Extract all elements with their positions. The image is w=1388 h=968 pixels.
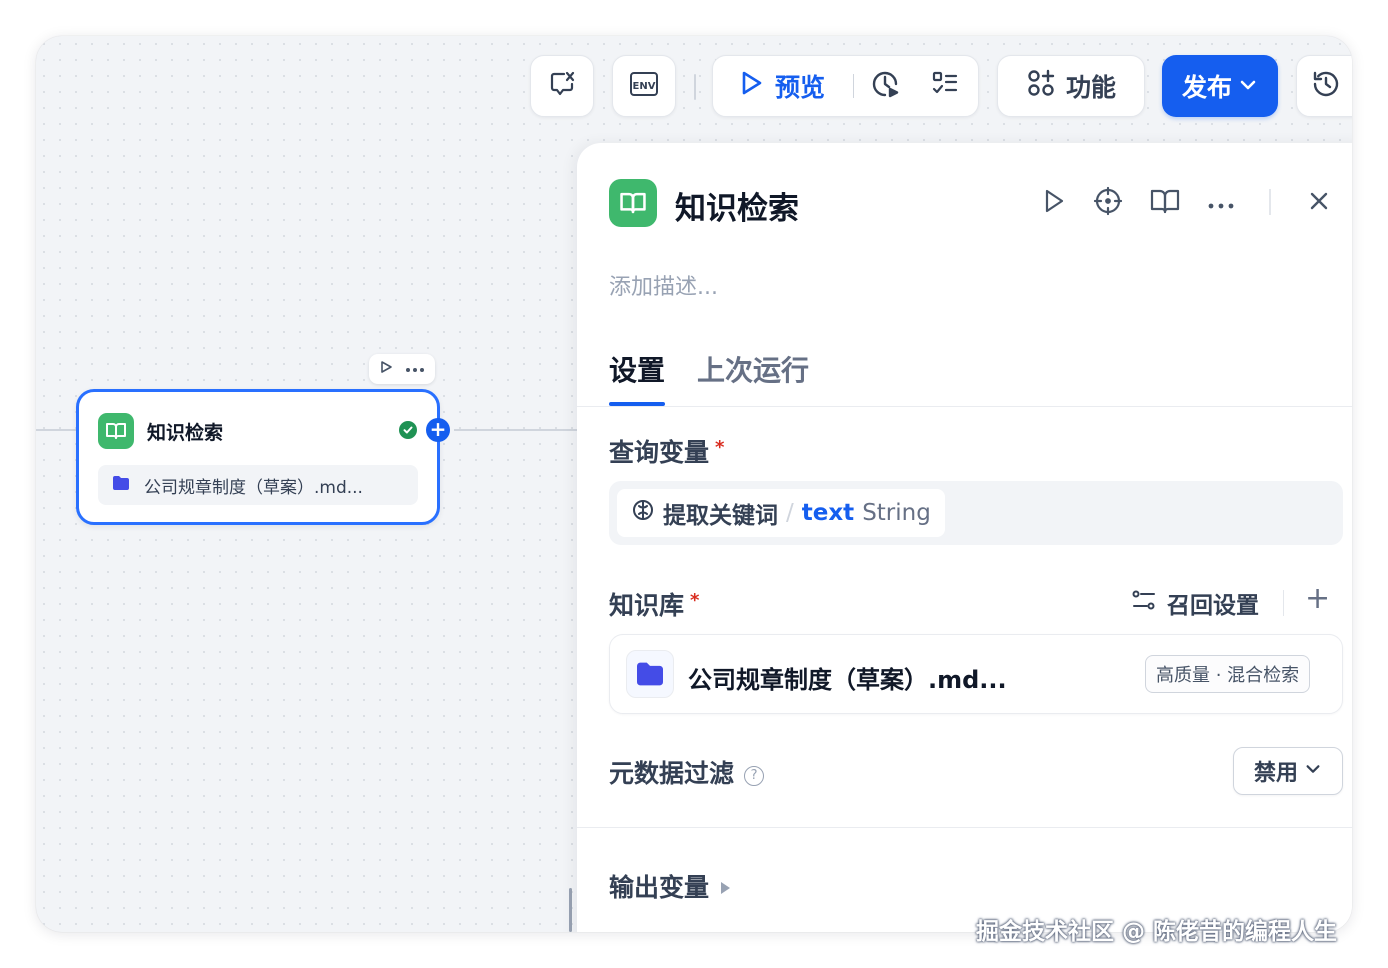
crosshair-icon [1093, 186, 1123, 220]
preview-button[interactable]: 预览 [739, 56, 825, 116]
history-icon [1311, 69, 1341, 103]
node-title: 知识检索 [147, 422, 224, 444]
query-variable-label: 查询变量 * [609, 433, 724, 469]
variable-inspect-button[interactable] [530, 55, 594, 117]
features-label: 功能 [1065, 73, 1116, 102]
caret-right-icon [721, 882, 731, 894]
grid-plus-icon [1026, 68, 1056, 104]
features-button[interactable]: 功能 [997, 55, 1145, 117]
folder-icon [112, 475, 130, 496]
required-mark: * [690, 590, 700, 611]
env-icon: ENV [628, 69, 660, 103]
help-icon[interactable]: ? [744, 765, 765, 786]
env-button[interactable]: ENV [612, 55, 676, 117]
panel-title[interactable]: 知识检索 [675, 183, 799, 228]
play-icon [739, 69, 765, 103]
query-variable-selector[interactable]: 提取关键词 / text String [609, 481, 1343, 545]
locate-node-button[interactable] [1092, 186, 1124, 220]
required-mark: * [715, 437, 725, 458]
preview-group: 预览 [712, 55, 979, 117]
add-next-node-button[interactable]: + [426, 418, 450, 442]
chevron-down-icon [1238, 72, 1258, 101]
run-history-button[interactable] [869, 70, 901, 102]
folder-icon [626, 650, 674, 698]
edge-outgoing [454, 429, 578, 431]
output-variable-toggle[interactable]: 输出变量 [609, 868, 731, 904]
panel-header-divider [1269, 189, 1271, 215]
section-divider [577, 827, 1352, 828]
book-icon [609, 179, 657, 227]
knowledge-base-label: 知识库 * [609, 586, 699, 622]
clock-play-icon [869, 68, 901, 104]
publish-button[interactable]: 发布 [1162, 55, 1278, 117]
variable-node-name: 提取关键词 [663, 503, 778, 529]
success-check-icon [399, 421, 417, 439]
run-node-icon[interactable] [379, 360, 393, 378]
variable-field: text [801, 500, 855, 526]
watermark: 掘金技术社区 @ 陈佬昔的编程人生 [976, 919, 1338, 945]
description-input[interactable]: 添加描述... [609, 269, 718, 301]
metadata-filter-value: 禁用 [1253, 761, 1298, 786]
tab-settings[interactable]: 设置 [609, 349, 665, 389]
version-history-button[interactable] [1296, 55, 1352, 117]
more-icon [1208, 194, 1234, 213]
metadata-filter-label: 元数据过滤? [609, 754, 765, 790]
knowledge-base-text: 知识库 [609, 591, 685, 620]
llm-node-icon [631, 498, 655, 528]
more-actions-button[interactable] [1205, 187, 1237, 219]
toolbar-divider [694, 74, 696, 100]
knowledge-retrieval-node[interactable]: 知识检索 + 公司规章制度（草案）.md... [76, 389, 450, 525]
group-divider [853, 74, 854, 98]
node-settings-panel: 知识检索 添加描述... 设置 上次运行 查询变量 * 提取关键词 / text… [577, 143, 1352, 932]
svg-text:ENV: ENV [633, 81, 656, 92]
output-variable-text: 输出变量 [609, 873, 710, 902]
sliders-icon [1131, 587, 1157, 619]
knowledge-item-card[interactable]: 公司规章制度（草案）.md... 高质量 · 混合检索 [609, 634, 1343, 714]
preview-label: 预览 [775, 73, 826, 102]
close-icon [1308, 190, 1330, 216]
variable-chip[interactable]: 提取关键词 / text String [617, 489, 945, 537]
run-step-button[interactable] [1038, 187, 1070, 219]
metadata-filter-select[interactable]: 禁用 [1233, 747, 1343, 795]
variable-separator: / [786, 500, 794, 526]
metadata-filter-text: 元数据过滤 [609, 759, 735, 788]
play-icon [1041, 187, 1067, 219]
checklist-button[interactable] [929, 70, 961, 102]
publish-label: 发布 [1181, 73, 1232, 102]
variable-type: String [862, 500, 931, 526]
book-icon [98, 413, 134, 449]
node-knowledge-item: 公司规章制度（草案）.md... [98, 465, 418, 505]
more-icon[interactable] [405, 361, 425, 377]
recall-settings-button[interactable]: 召回设置 [1131, 586, 1259, 620]
canvas-scrollbar[interactable] [569, 888, 572, 932]
kb-header-divider [1283, 590, 1284, 616]
tabs-divider [577, 406, 1352, 407]
knowledge-item-name: 公司规章制度（草案）.md... [688, 666, 1007, 694]
add-knowledge-button[interactable]: + [1305, 583, 1330, 615]
edge-incoming [36, 429, 78, 431]
query-variable-text: 查询变量 [609, 438, 710, 467]
retrieval-mode-badge: 高质量 · 混合检索 [1145, 655, 1311, 693]
variable-icon [547, 69, 577, 103]
workflow-window: ENV 预览 功能 发布 知识检索 + 公司规章制度（草案）.md... 知识检… [36, 36, 1352, 932]
book-open-icon [1150, 187, 1180, 219]
tab-last-run[interactable]: 上次运行 [697, 349, 809, 389]
node-knowledge-name: 公司规章制度（草案）.md... [144, 477, 363, 498]
recall-settings-label: 召回设置 [1167, 593, 1259, 619]
chevron-down-icon [1304, 759, 1322, 784]
help-doc-button[interactable] [1149, 187, 1181, 219]
close-panel-button[interactable] [1303, 187, 1335, 219]
checklist-icon [930, 69, 960, 103]
node-mini-toolbar [369, 354, 435, 384]
